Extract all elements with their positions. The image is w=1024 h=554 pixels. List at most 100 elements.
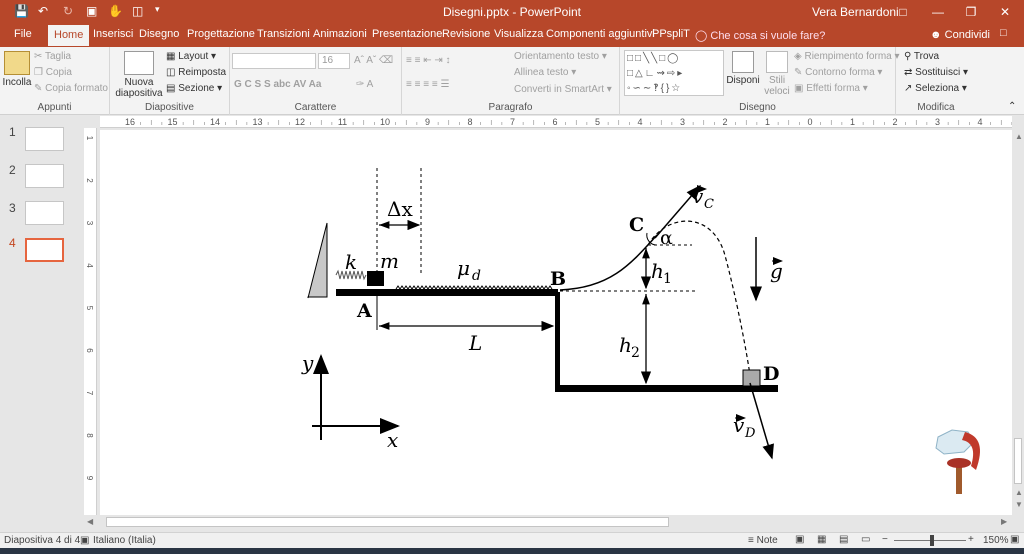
mass-block [367,271,384,286]
tab-disegno[interactable]: Disegno [139,28,179,40]
tab-transizioni[interactable]: Transizioni [257,28,310,40]
hscroll-thumb[interactable] [106,517,669,527]
ruler-number: 0 [807,117,812,127]
slide-thumbnail-2[interactable] [25,164,64,188]
font-name-box[interactable] [232,53,316,69]
notes-button[interactable]: ≡ Note [748,535,778,546]
zoom-slider-thumb[interactable] [930,535,934,546]
tab-presentazione[interactable]: Presentazione [372,28,442,40]
slide-thumbnail-3[interactable] [25,201,64,225]
new-slide-button[interactable]: Nuova diapositiva [114,51,164,99]
label-y: y [301,351,314,375]
tab-ppsplit[interactable]: PPspliT [652,28,690,40]
select-button[interactable]: ↗ Seleziona ▾ [904,83,967,94]
group-carattere: 16 Aˆ Aˇ ⌫ G C S S abc AV Aa ✑ A Caratte… [230,47,402,115]
label-alpha: α [660,227,673,249]
slide[interactable]: Δx k m μ d A B C D L h 1 h 2 α v C v D g… [100,130,1012,515]
user-name[interactable]: Vera Bernardoni [812,5,899,19]
tab-file[interactable]: File [14,28,32,40]
arrange-button[interactable]: Disponi [726,51,760,86]
ruler-number: 2 [722,117,727,127]
tell-me-box[interactable]: ◯ Che cosa si vuole fare? [695,29,825,42]
label-B: B [550,268,566,290]
font-color-icon[interactable]: ✑ A [356,79,373,90]
vertical-scrollbar[interactable]: ▲ ▲ ▼ [1012,128,1024,516]
cut-button[interactable]: ✂ Taglia [34,51,71,62]
ruler-number: 2 [892,117,897,127]
replace-button[interactable]: ⇄ Sostituisci ▾ [904,67,968,78]
share-button[interactable]: ☻ Condividi [930,29,990,41]
group-modifica: ⚲ Trova ⇄ Sostituisci ▾ ↗ Seleziona ▾ Mo… [896,47,976,115]
tab-progettazione[interactable]: Progettazione [187,28,255,40]
scissors-icon: ✂ [34,51,45,62]
vruler-number: 3 [85,221,94,226]
horizontal-ruler[interactable]: 16 15 14 13 12 11 10 9 8 7 6 5 4 3 2 1 0 1 2 3 4 [100,116,1013,128]
ribbon-display-icon[interactable]: □ [890,2,916,22]
group-paragrafo: ≡ ≡ ⇤ ⇥ ↕ ≡ ≡ ≡ ≡ ☰ Orientamento testo ▾… [402,47,620,115]
tab-visualizza[interactable]: Visualizza [494,28,543,40]
quick-styles-button[interactable]: Stili veloci [762,51,792,97]
text-direction-button[interactable]: Orientamento testo ▾ [514,51,607,62]
reset-button[interactable]: ◫ Reimposta [166,67,226,78]
language-icon[interactable]: ▣ [80,535,89,546]
label-x: x [387,428,398,452]
group-label-appunti: Appunti [37,102,72,113]
reading-view-icon[interactable]: ▤ [839,534,848,545]
shape-effects-button[interactable]: ▣ Effetti forma ▾ [794,83,868,94]
ribbon-tabs: File Home Inserisci Disegno Progettazion… [0,24,1024,47]
section-icon: ▤ [166,83,179,94]
tab-inserisci[interactable]: Inserisci [93,28,133,40]
shape-outline-button[interactable]: ✎ Contorno forma ▾ [794,67,882,78]
vertical-ruler[interactable]: 1 2 3 4 5 6 7 8 9 [84,128,97,515]
next-slide-icon[interactable]: ▼ [1015,500,1023,509]
slide-thumbnail-panel: 1 2 3 4 [0,115,84,532]
normal-view-icon[interactable]: ▣ [795,534,804,545]
scroll-left-icon[interactable]: ◀ [87,517,93,526]
group-label-modifica: Modifica [917,102,955,113]
horizontal-scrollbar[interactable]: ◀ ▶ [84,515,1012,529]
zoom-out-icon[interactable]: − [882,534,888,545]
scroll-thumb[interactable] [1014,438,1022,484]
slide-thumbnail-4[interactable] [25,238,64,262]
shape-fill-button[interactable]: ◈ Riempimento forma ▾ [794,51,900,62]
tab-componenti-aggiuntivi[interactable]: Componenti aggiuntivi [546,28,655,40]
prev-slide-icon[interactable]: ▲ [1015,488,1023,497]
layout-button[interactable]: ▦ Layout ▾ [166,51,216,62]
fit-slide-icon[interactable]: ▣ [1010,534,1019,545]
copy-button[interactable]: ❐ Copia [34,67,72,78]
bullets-icon[interactable]: ≡ ≡ ⇤ ⇥ ↕ [406,55,451,66]
collapse-ribbon-icon[interactable]: ⌃ [1008,101,1016,112]
grow-font-icon[interactable]: Aˆ Aˇ ⌫ [354,55,393,66]
scroll-right-icon[interactable]: ▶ [1001,517,1007,526]
slide-sorter-icon[interactable]: ▦ [817,534,826,545]
tab-home[interactable]: Home [48,25,90,46]
zoom-in-icon[interactable]: + [968,534,974,545]
lightbulb-icon: ◯ [695,30,711,42]
align-text-button[interactable]: Allinea testo ▾ [514,67,576,78]
comments-icon[interactable]: □ [1000,27,1007,39]
smartart-button[interactable]: Converti in SmartArt ▾ [514,84,612,95]
office-assistant-mascot[interactable] [935,429,981,494]
language-status[interactable]: Italiano (Italia) [93,535,156,546]
slide-thumbnail-1[interactable] [25,127,64,151]
ruler-number: 11 [338,117,347,127]
format-painter-button[interactable]: ✎ Copia formato [34,83,108,94]
shapes-gallery[interactable]: □□╲╲□◯ □△∟⇝⇨▸ ◦∽∼‽{}☆ [624,50,724,96]
font-style-buttons[interactable]: G C S S abc AV Aa [234,79,321,90]
minimize-button[interactable]: — [925,2,951,22]
tab-revisione[interactable]: Revisione [442,28,490,40]
align-icons[interactable]: ≡ ≡ ≡ ≡ ☰ [406,79,449,90]
paste-button[interactable]: Incolla [2,51,32,88]
find-button[interactable]: ⚲ Trova [904,51,939,62]
layout-icon: ▦ [166,51,179,62]
quick-styles-icon [766,51,788,73]
section-button[interactable]: ▤ Sezione ▾ [166,83,222,94]
tab-animazioni[interactable]: Animazioni [313,28,367,40]
zoom-level[interactable]: 150% [983,535,1009,546]
font-size-box[interactable]: 16 [318,53,350,69]
scroll-up-icon[interactable]: ▲ [1015,132,1023,141]
restore-button[interactable]: ❐ [958,2,984,22]
slideshow-icon[interactable]: ▭ [861,534,870,545]
close-button[interactable]: ✕ [992,2,1018,22]
taskbar-strip [0,548,1024,554]
